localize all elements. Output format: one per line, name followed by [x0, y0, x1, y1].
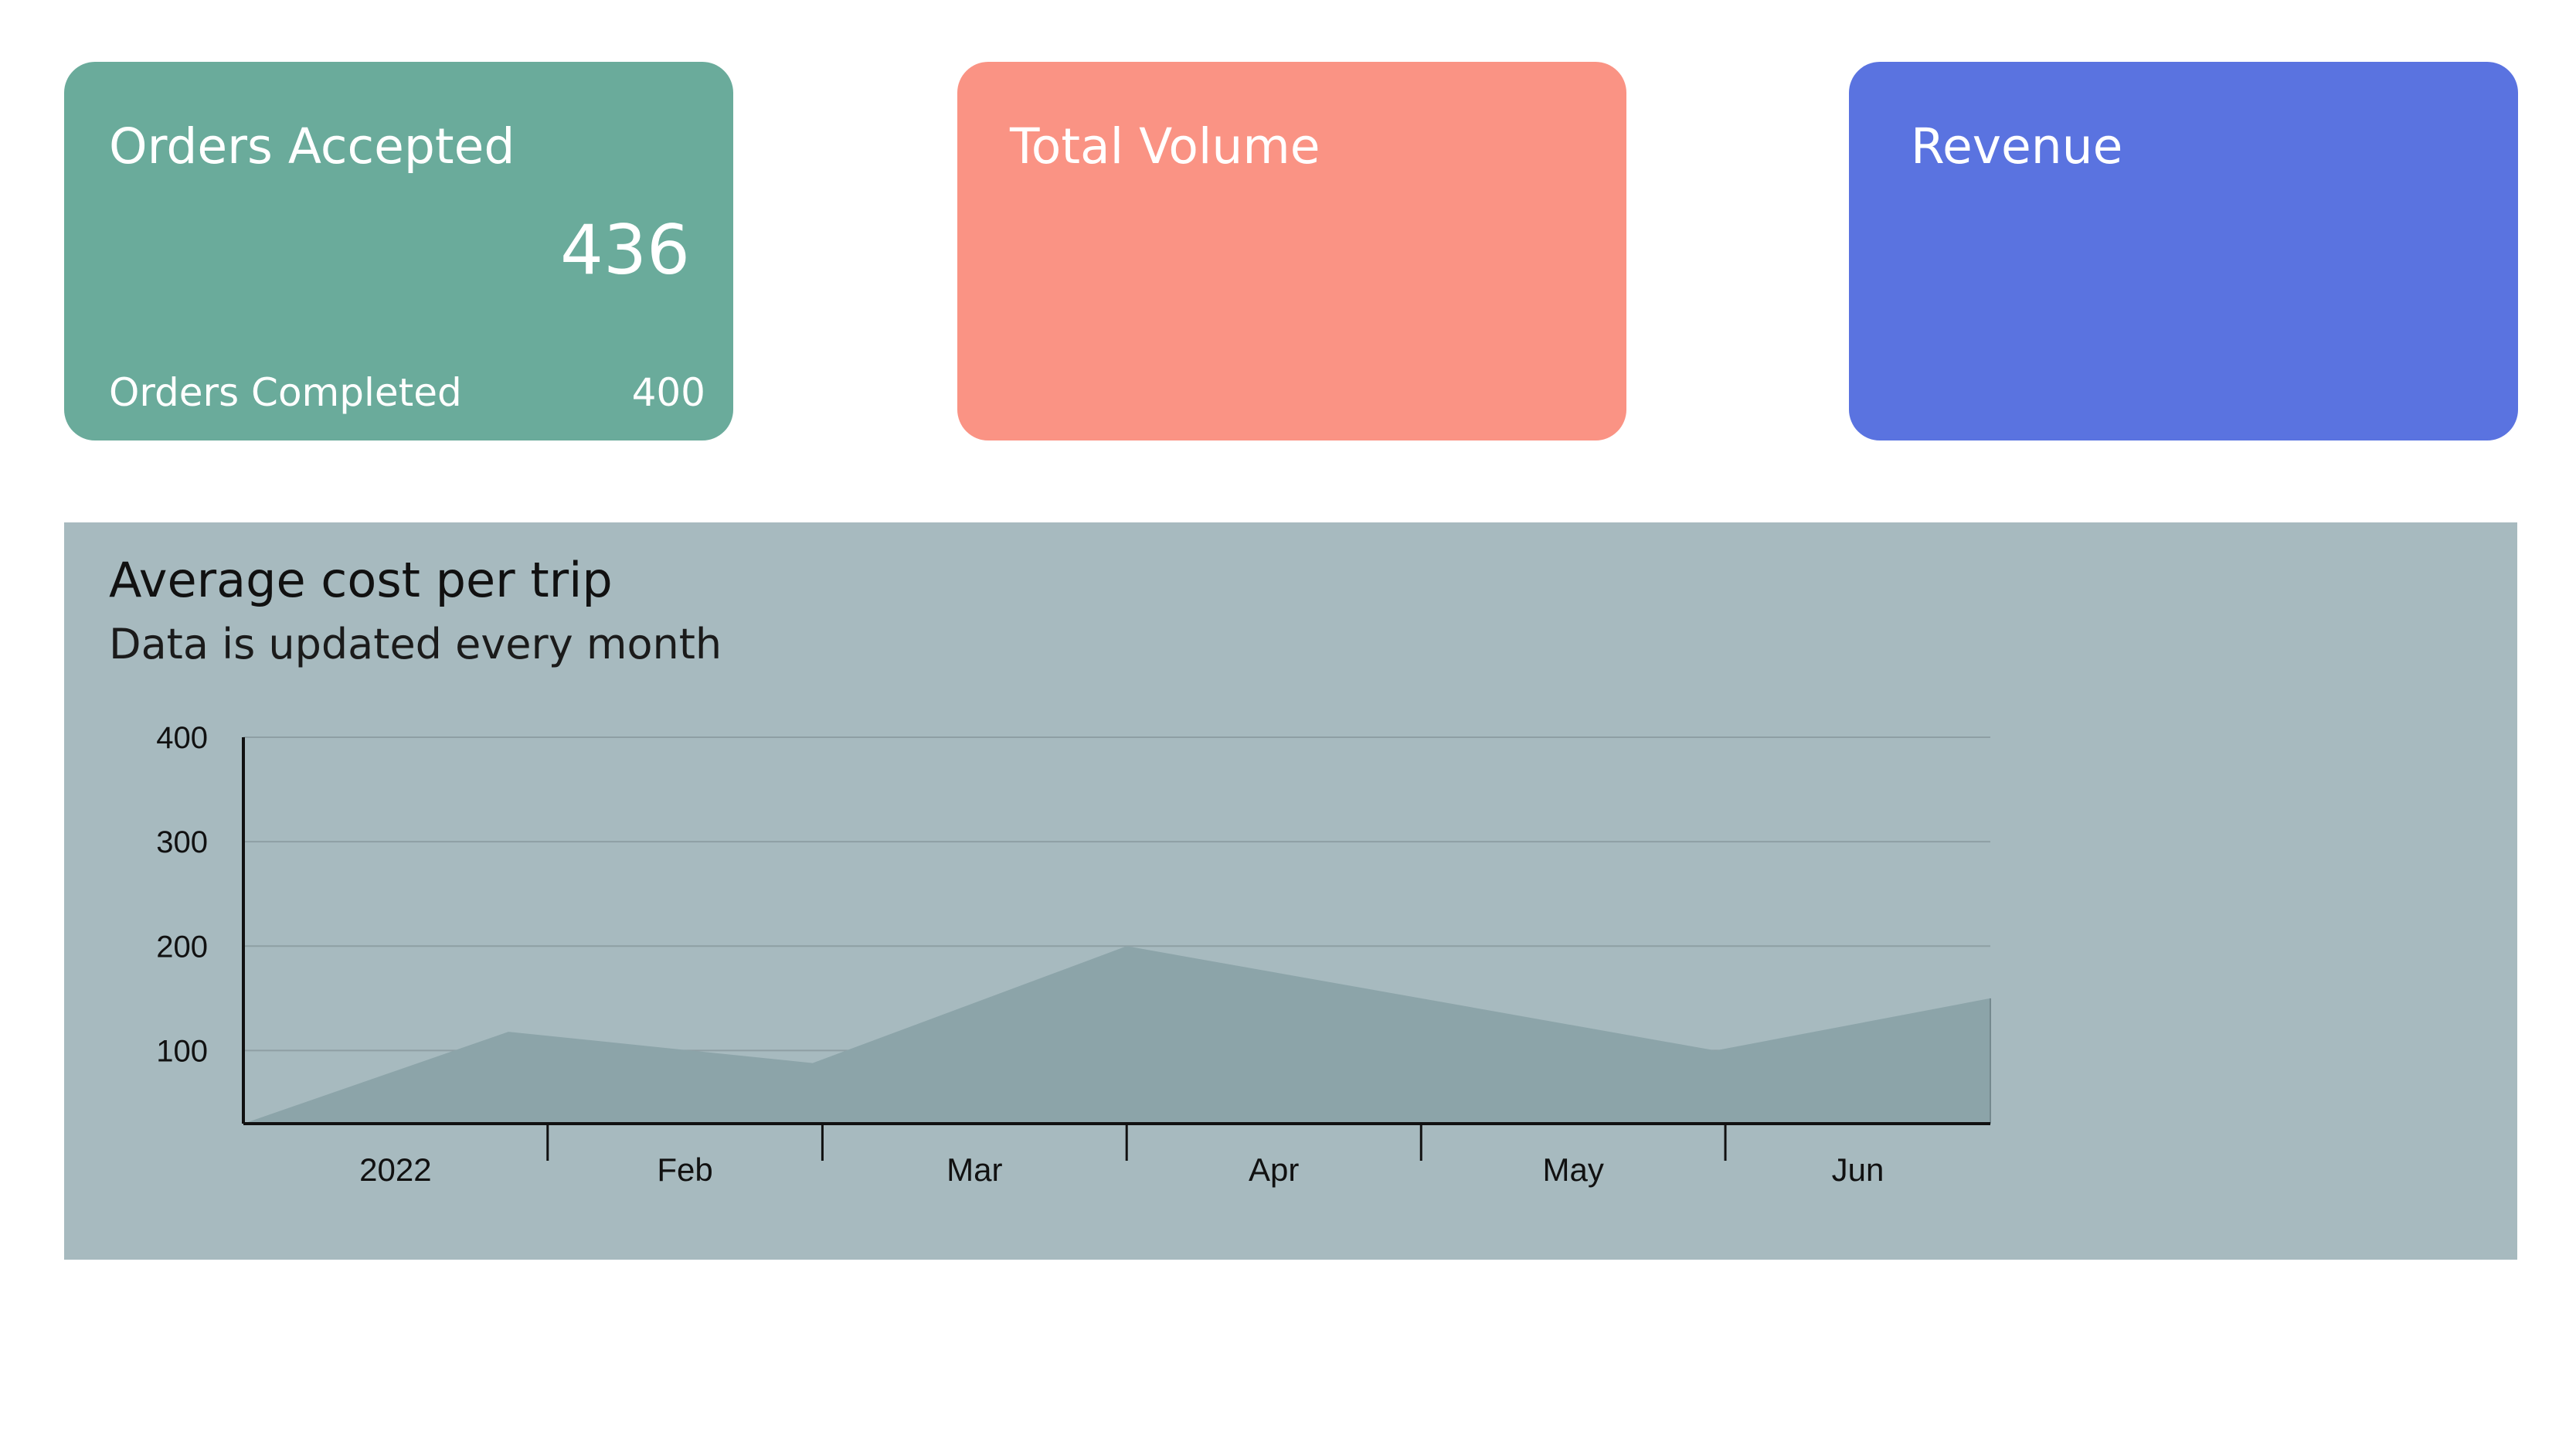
average-cost-chart-panel: Average cost per trip Data is updated ev…	[64, 522, 2517, 1260]
x-tick-label: May	[1542, 1151, 1603, 1188]
revenue-card[interactable]: Revenue	[1849, 62, 2518, 440]
x-tick-label: Apr	[1249, 1151, 1299, 1188]
y-tick-label: 300	[156, 825, 208, 859]
x-tick-label: Jun	[1832, 1151, 1884, 1188]
x-tick-label: 2022	[359, 1151, 431, 1188]
orders-completed-label: Orders Completed	[109, 370, 462, 415]
x-tick-label: Feb	[657, 1151, 712, 1188]
orders-accepted-card[interactable]: Orders Accepted 436 Orders Completed 400	[64, 62, 733, 440]
x-tick-label: Mar	[946, 1151, 1002, 1188]
y-tick-label: 200	[156, 930, 208, 964]
orders-completed-value: 400	[631, 370, 705, 415]
y-tick-label: 400	[156, 721, 208, 755]
area-series	[243, 946, 1990, 1124]
y-tick-label: 100	[156, 1034, 208, 1068]
orders-accepted-title: Orders Accepted	[109, 118, 515, 175]
revenue-title: Revenue	[1911, 118, 2123, 175]
total-volume-card[interactable]: Total Volume	[957, 62, 1626, 440]
average-cost-area-chart: 100 200 300 400 2022 Feb Mar Apr May Jun	[156, 721, 1991, 1188]
total-volume-title: Total Volume	[1010, 118, 1320, 175]
orders-accepted-value: 436	[560, 210, 690, 290]
